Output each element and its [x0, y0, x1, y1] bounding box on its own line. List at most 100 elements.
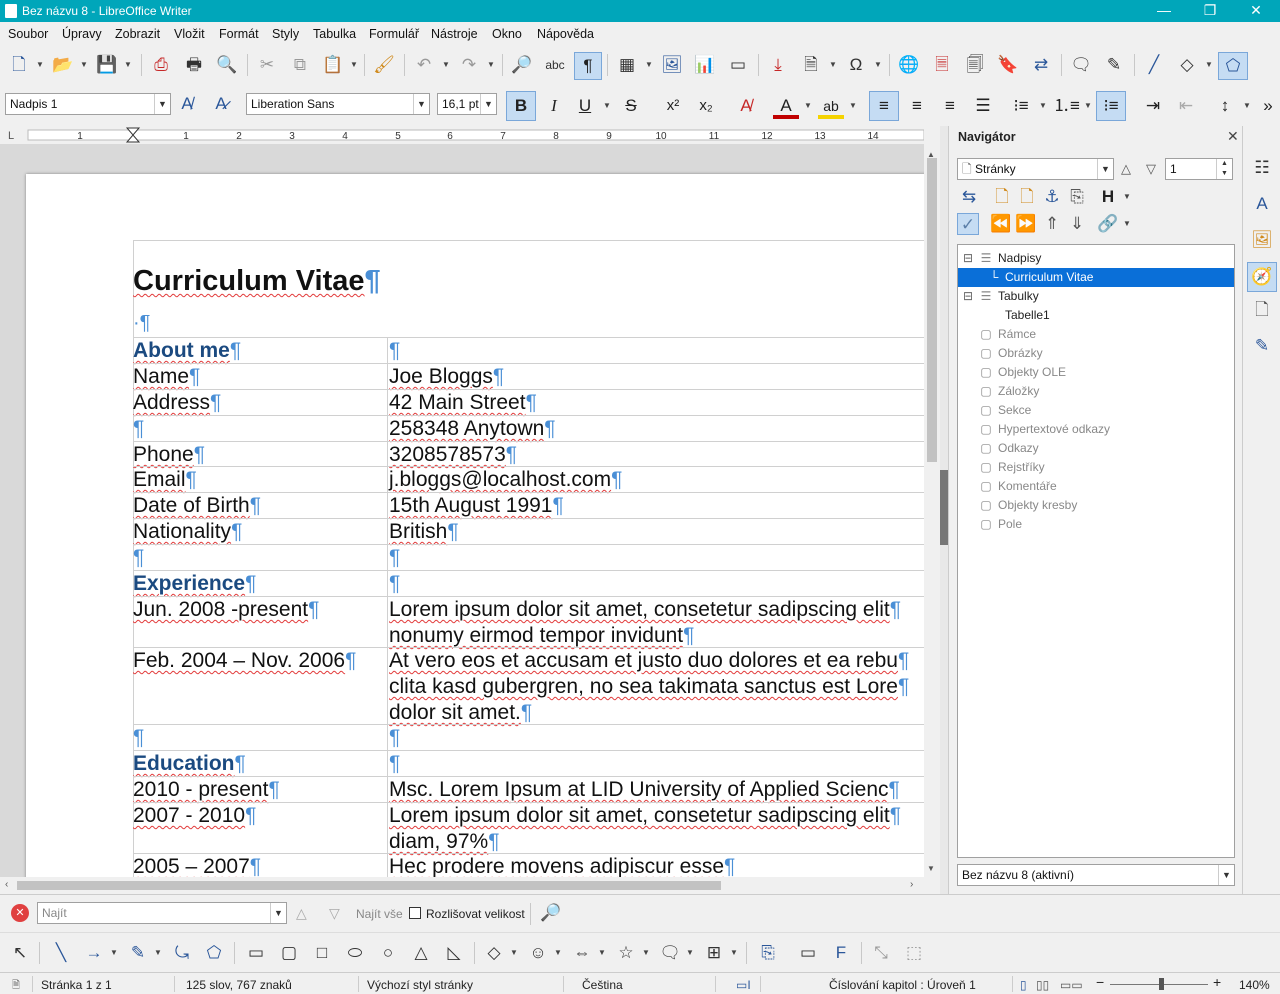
bullet-list-dropdown-icon[interactable]: ▼ [1039, 95, 1047, 117]
align-center-icon[interactable]: ≡ [904, 93, 930, 119]
bookmark-icon[interactable]: 🔖 [997, 54, 1019, 76]
table-cell[interactable]: At vero eos et accusam et justo duo dolo… [389, 648, 909, 674]
fontwork-icon[interactable]: F [830, 942, 852, 964]
connector-icon[interactable]: ⤿ [171, 942, 193, 964]
table-row[interactable] [133, 518, 924, 544]
anchor-icon[interactable]: ⚓ [1041, 186, 1063, 208]
table-cell[interactable]: ¶ [389, 571, 400, 597]
font-size-box[interactable]: 16,1 pt ▼ [437, 93, 497, 115]
navigator-item[interactable]: ▢ Pole [958, 515, 1234, 534]
heading-levels-dropdown-icon[interactable]: ▼ [1123, 186, 1131, 208]
table-cell[interactable]: Hec prodere movens adipiscur esse¶ [389, 854, 735, 877]
menu-tabulka[interactable]: Tabulka [313, 27, 356, 41]
outline-format-icon[interactable]: ⁝≡ [1096, 91, 1126, 121]
triangle-icon[interactable]: △ [410, 942, 432, 964]
book-view-icon[interactable]: ▭▭ [1060, 978, 1083, 992]
table-cell[interactable]: Lorem ipsum dolor sit amet, consetetur s… [389, 597, 901, 623]
horizontal-scrollbar[interactable]: ‹ › [0, 877, 924, 893]
single-page-view-icon[interactable]: ▯ [1020, 978, 1027, 992]
table-cell[interactable]: 15th August 1991¶ [389, 493, 564, 519]
navigator-item[interactable]: ▢ Záložky [958, 382, 1234, 401]
spin-icon[interactable]: ▲ ▼ [1216, 159, 1232, 179]
special-character-icon[interactable]: Ω [845, 54, 867, 76]
symbol-shapes-dropdown-icon[interactable]: ▼ [554, 942, 562, 964]
styles-icon[interactable]: A [1250, 192, 1274, 216]
promote-chapter-icon[interactable]: ⏪ [990, 213, 1012, 235]
table-cell[interactable]: British¶ [389, 519, 459, 545]
header-icon[interactable]: 🗋 [991, 186, 1013, 208]
basic-shapes-icon[interactable]: ◇ [483, 942, 505, 964]
comment-icon[interactable]: 🗨 [1070, 54, 1092, 76]
underline-icon[interactable]: U [572, 93, 598, 119]
previous-icon[interactable]: △ [1121, 161, 1131, 177]
multi-page-view-icon[interactable]: ▯▯ [1036, 978, 1049, 992]
chevron-down-icon[interactable]: ▼ [154, 94, 170, 114]
splitter-handle[interactable] [940, 470, 948, 545]
basic-shapes-dropdown-icon[interactable]: ▼ [510, 942, 518, 964]
line-icon[interactable]: ╱ [1143, 54, 1165, 76]
navigator-item[interactable]: ▢ Komentáře [958, 477, 1234, 496]
collapse-icon[interactable]: ⊟ [960, 289, 976, 303]
curve-icon[interactable]: ✎ [127, 942, 149, 964]
table-cell[interactable]: 2005 – 2007¶ [133, 854, 261, 877]
properties-icon[interactable]: ☷ [1250, 156, 1274, 180]
callout-icon[interactable]: 🗨 [659, 942, 681, 964]
navigator-item[interactable]: ⊟ ☰ Nadpisy [958, 249, 1234, 268]
shapes-dropdown-icon[interactable]: ▼ [1205, 54, 1213, 76]
toolbar-overflow-icon[interactable]: » [1258, 93, 1278, 119]
table-cell[interactable]: ¶ [389, 545, 400, 571]
basic-shapes-icon[interactable]: ◇ [1176, 54, 1198, 76]
align-right-icon[interactable]: ≡ [937, 93, 963, 119]
decrease-indent-icon[interactable]: ⇤ [1173, 93, 1199, 119]
points-icon[interactable]: ⤡ [870, 942, 892, 964]
vertical-scroll-thumb[interactable] [927, 158, 937, 462]
stars-dropdown-icon[interactable]: ▼ [642, 942, 650, 964]
document-select[interactable]: Bez názvu 8 (aktivní) ▼ [957, 864, 1235, 886]
strikethrough-icon[interactable]: S [618, 93, 644, 119]
navigator-item[interactable]: ▢ Objekty OLE [958, 363, 1234, 382]
navigator-item[interactable]: ▢ Rejstříky [958, 458, 1234, 477]
document-canvas[interactable]: Curriculum Vitae¶ ·¶ About me¶ ¶ Name¶ Joe … [0, 144, 924, 877]
cross-reference-icon[interactable]: ⇄ [1030, 54, 1052, 76]
symbol-shapes-icon[interactable]: ☺ [527, 942, 549, 964]
page-icon[interactable]: 🗋 [1250, 298, 1274, 322]
drag-mode-icon[interactable]: 🔗 [1097, 213, 1119, 235]
new-style-icon[interactable]: A̷ [210, 93, 232, 115]
find-replace-icon[interactable]: 🔎 [511, 54, 533, 76]
table-cell[interactable]: Email¶ [133, 467, 197, 493]
zoom-slider-thumb[interactable] [1159, 978, 1164, 990]
navigator-item[interactable]: ▢ Odkazy [958, 439, 1234, 458]
table-cell[interactable]: Lorem ipsum dolor sit amet, consetetur s… [389, 803, 901, 829]
move-chapter-up-icon[interactable]: ⇑ [1041, 213, 1063, 235]
footer-icon[interactable]: 🗋 [1016, 186, 1038, 208]
table-cell[interactable]: clita kasd gubergren, no sea takimata sa… [389, 674, 909, 700]
stars-icon[interactable]: ☆ [615, 942, 637, 964]
clear-formatting-icon[interactable]: A̸ [733, 93, 759, 119]
paste-dropdown-icon[interactable]: ▼ [350, 54, 358, 76]
menu-zobrazit[interactable]: Zobrazit [115, 27, 160, 41]
navigator-item[interactable]: ▢ Objekty kresby [958, 496, 1234, 515]
table-cell[interactable]: 3208578573¶ [389, 442, 517, 468]
redo-dropdown-icon[interactable]: ▼ [487, 54, 495, 76]
scroll-left-icon[interactable]: ‹ [5, 879, 8, 890]
font-name-box[interactable]: Liberation Sans ▼ [246, 93, 430, 115]
table-cell[interactable]: nonumy eirmod tempor invidunt¶ [389, 623, 694, 649]
chevron-down-icon[interactable]: ▼ [413, 94, 429, 114]
table-cell[interactable]: Name¶ [133, 364, 200, 390]
rounded-rectangle-icon[interactable]: ▢ [278, 942, 300, 964]
move-chapter-down-icon[interactable]: ⇓ [1066, 213, 1088, 235]
save-icon[interactable]: 💾 [96, 54, 118, 76]
table-cell[interactable]: About me¶ [133, 338, 241, 364]
find-all-button[interactable]: Najít vše [356, 907, 403, 921]
export-pdf-icon[interactable]: ⎙ [150, 54, 172, 76]
print-icon[interactable]: 🖶 [183, 54, 205, 76]
extrusion-icon[interactable]: ⬚ [903, 942, 925, 964]
style-inspector-icon[interactable]: ✎ [1250, 334, 1274, 358]
find-input[interactable]: Najít ▼ [37, 902, 287, 924]
find-replace-icon[interactable]: 🔎 [540, 902, 562, 924]
new-document-icon[interactable]: 🗋 [8, 54, 30, 76]
flowchart-dropdown-icon[interactable]: ▼ [730, 942, 738, 964]
endnote-icon[interactable]: 🗐 [964, 54, 986, 76]
insert-textbox-icon[interactable]: ▭ [797, 942, 819, 964]
insert-caption-icon[interactable]: ⎘ [757, 942, 779, 964]
